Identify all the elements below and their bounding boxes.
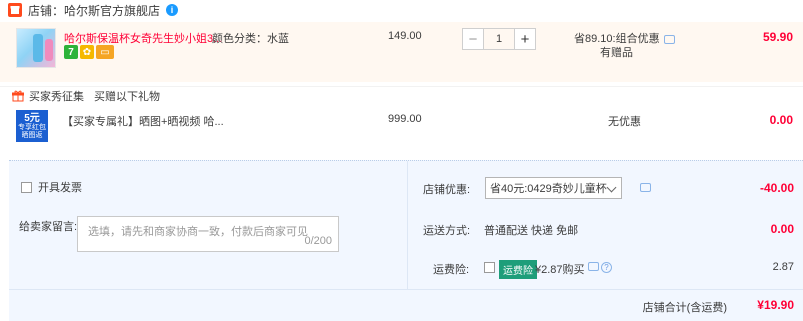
seven-day-return-icon[interactable]: 7	[64, 45, 78, 59]
coupon-selected-value: 省40元:0429奇妙儿童杯	[490, 183, 607, 195]
column-divider	[407, 161, 408, 289]
shop-total-row: 店铺合计(含运费) ¥19.90	[9, 289, 803, 321]
star-service-icon[interactable]: ✿	[80, 45, 94, 59]
quantity-stepper: − 1 +	[462, 28, 536, 50]
insurance-tag: 运费险	[499, 260, 537, 279]
shipping-method: 普通配送 快递 免邮	[484, 225, 579, 237]
quantity-increase-button[interactable]: +	[514, 28, 536, 50]
insurance-icons: ?	[588, 262, 612, 273]
invoice-checkbox[interactable]	[21, 181, 32, 193]
shipping-amount: 0.00	[770, 222, 794, 236]
coupon-select[interactable]: 省40元:0429奇妙儿童杯	[485, 177, 622, 199]
shop-icon	[8, 3, 22, 17]
shop-name-link[interactable]: 哈尔斯官方旗舰店	[64, 2, 160, 19]
chat-icon[interactable]	[588, 262, 599, 271]
gift-thumb-line1: 专享红包	[18, 123, 46, 131]
quantity-decrease-button[interactable]: −	[462, 28, 484, 50]
order-options-panel: 开具发票 给卖家留言: 选填，请先和商家协商一致，付款后商家可见 0/200 店…	[9, 160, 803, 321]
memo-label: 给卖家留言:	[19, 221, 78, 233]
invoice-label: 开具发票	[38, 182, 82, 194]
item-sku: 颜色分类：水蓝	[212, 33, 289, 45]
card-payment-icon[interactable]: ▭	[96, 45, 114, 59]
gift-icon	[12, 90, 24, 101]
cart-item-row: 哈尔斯保温杯女奇先生妙小姐3... 7 ✿ ▭ 颜色分类：水蓝 149.00 −…	[0, 22, 803, 82]
gift-section-label: 买家秀征集	[29, 90, 84, 103]
item-unit-price: 149.00	[388, 30, 422, 42]
item-thumbnail[interactable]	[16, 28, 56, 68]
gift-thumb-amount: 5元	[24, 112, 40, 124]
chevron-down-icon	[606, 182, 617, 193]
info-icon[interactable]: i	[166, 4, 179, 16]
help-icon[interactable]: ?	[601, 262, 612, 273]
chat-icon[interactable]	[663, 34, 675, 44]
gift-section-sublabel: 买赠以下礼物	[94, 90, 160, 103]
item-promo-gift: 有赠品	[600, 47, 633, 59]
item-title-link[interactable]: 哈尔斯保温杯女奇先生妙小姐3...	[64, 30, 222, 46]
gift-unit-price: 999.00	[388, 113, 422, 125]
shop-label: 店铺：	[28, 3, 65, 18]
insurance-label: 运费险:	[433, 264, 470, 276]
coupon-label: 店铺优惠:	[423, 184, 471, 196]
memo-char-count: 0/200	[304, 235, 332, 247]
insurance-price-text: ¥2.87购买	[535, 264, 585, 276]
gift-thumb-line2: 晒图返	[21, 131, 43, 139]
coupon-discount-amount: -40.00	[759, 181, 794, 195]
chat-icon[interactable]	[640, 183, 651, 192]
gift-section-header: 买家秀征集 买赠以下礼物	[0, 86, 803, 104]
gift-subtotal: 0.00	[769, 113, 793, 127]
memo-placeholder: 选填，请先和商家协商一致，付款后商家可见	[88, 226, 308, 238]
shop-total-label: 店铺合计(含运费)	[642, 302, 727, 314]
quantity-input[interactable]: 1	[484, 28, 514, 50]
item-badges: 7 ✿ ▭	[64, 45, 114, 59]
gift-promo: 无优惠	[608, 116, 641, 128]
seller-memo-textarea[interactable]: 选填，请先和商家协商一致，付款后商家可见 0/200	[77, 216, 339, 252]
insurance-checkbox[interactable]	[484, 262, 495, 273]
invoice-option[interactable]: 开具发票	[21, 179, 82, 195]
insurance-amount: 2.87	[772, 261, 794, 273]
gift-title-link[interactable]: 【买家专属礼】晒图+晒视频 哈...	[62, 113, 224, 129]
shop-header: 店铺： 哈尔斯官方旗舰店 i	[0, 0, 803, 20]
gift-item-row: 5元 专享红包 晒图返 【买家专属礼】晒图+晒视频 哈... 999.00 无优…	[0, 106, 803, 146]
item-subtotal: 59.90	[762, 30, 793, 44]
shop-total-amount: ¥19.90	[757, 298, 794, 312]
gift-thumbnail[interactable]: 5元 专享红包 晒图返	[16, 110, 48, 142]
shipping-label: 运送方式:	[423, 225, 471, 237]
